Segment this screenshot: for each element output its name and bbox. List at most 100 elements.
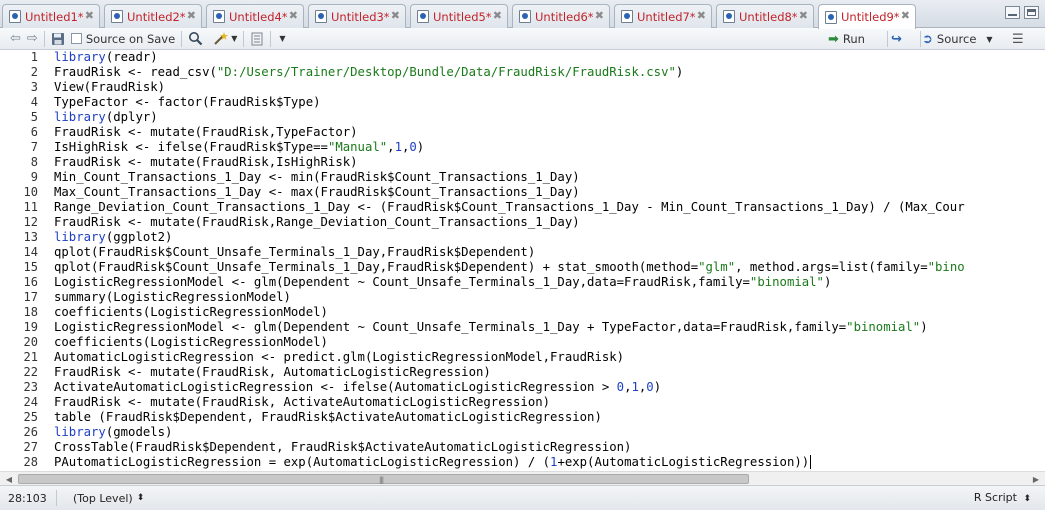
line-number: 13 [23,230,38,244]
code-line[interactable]: qplot(FraudRisk$Count_Unsafe_Terminals_1… [54,245,535,260]
source-arrow-icon: ➲ [922,31,933,47]
scroll-left-arrow-icon[interactable]: ◀ [2,473,16,485]
code-line[interactable]: library(readr) [54,50,158,65]
line-number: 28 [23,455,38,469]
code-line[interactable]: AutomaticLogisticRegression <- predict.g… [54,350,624,365]
tab-untitled5[interactable]: Untitled5* ✖ [410,4,508,28]
outline-menu-icon[interactable]: ☰ [1012,30,1024,48]
close-icon[interactable]: ✖ [799,9,808,22]
find-replace-button[interactable] [188,30,203,48]
r-script-file-icon [621,10,633,23]
code-line[interactable]: FraudRisk <- read_csv("D:/Users/Trainer/… [54,65,683,80]
code-line[interactable]: coefficients(LogisticRegressionModel) [54,305,328,320]
code-line[interactable]: ActivateAutomaticLogisticRegression <- i… [54,380,661,395]
close-icon[interactable]: ✖ [391,9,400,22]
close-icon[interactable]: ✖ [289,9,298,22]
code-tools-button[interactable]: ▼ [213,30,237,48]
tab-label: Untitled2* [127,9,186,24]
code-line[interactable]: FraudRisk <- mutate(FraudRisk,Range_Devi… [54,215,580,230]
line-number: 22 [23,365,38,379]
code-line[interactable]: PAutomaticLogisticRegression = exp(Autom… [54,455,809,470]
source-on-save-toggle[interactable]: Source on Save [70,30,175,48]
source-chevron-down-icon[interactable]: ▼ [986,35,992,44]
code-line[interactable]: View(FraudRisk) [54,80,165,95]
code-area[interactable]: library(readr) FraudRisk <- read_csv("D:/… [54,50,1045,471]
code-line[interactable]: LogisticRegressionModel <- glm(Dependent… [54,275,831,290]
tab-untitled2[interactable]: Untitled2* ✖ [104,4,202,28]
code-line[interactable]: FraudRisk <- mutate(FraudRisk, ActivateA… [54,395,550,410]
close-icon[interactable]: ✖ [901,9,910,22]
close-icon[interactable]: ✖ [493,9,502,22]
line-number: 14 [23,245,38,259]
code-line[interactable]: LogisticRegressionModel <- glm(Dependent… [54,320,928,335]
line-number: 24 [23,395,38,409]
tab-untitled4[interactable]: Untitled4* ✖ [206,4,304,28]
scope-selector[interactable]: (Top Level) ⬍ [63,492,144,505]
line-number: 23 [23,380,38,394]
tab-untitled1[interactable]: Untitled1* ✖ [2,4,100,28]
tab-label: Untitled6* [535,9,594,24]
back-arrow-icon[interactable]: ⇦ [10,30,21,48]
tab-untitled8[interactable]: Untitled8* ✖ [716,4,814,28]
code-line[interactable]: Max_Count_Transactions_1_Day <- max(Frau… [54,185,580,200]
code-line[interactable]: library(dplyr) [54,110,158,125]
tab-untitled7[interactable]: Untitled7* ✖ [614,4,712,28]
compile-report-button[interactable] [250,30,264,48]
scroll-right-arrow-icon[interactable]: ▶ [1029,473,1043,485]
horizontal-scrollbar[interactable]: ◀ ||| ▶ [0,471,1045,485]
r-script-file-icon [315,10,327,23]
close-icon[interactable]: ✖ [697,9,706,22]
run-button[interactable]: ➡ Run [828,30,865,48]
code-line[interactable]: Min_Count_Transactions_1_Day <- min(Frau… [54,170,580,185]
code-line[interactable]: CrossTable(FraudRisk$Dependent, FraudRis… [54,440,631,455]
close-icon[interactable]: ✖ [85,9,94,22]
save-button[interactable] [51,30,65,48]
tab-untitled9[interactable]: Untitled9* ✖ [818,4,916,29]
r-script-file-icon [723,10,735,23]
code-line[interactable]: summary(LogisticRegressionModel) [54,290,291,305]
code-line[interactable]: Range_Deviation_Count_Transactions_1_Day… [54,200,965,215]
code-editor[interactable]: 1 2 3 4 5 6 7 8 9 10 11 12 13 14 15 16 17 18 19 20 21 22 23 24 2… [0,50,1045,471]
close-icon[interactable]: ✖ [595,9,604,22]
r-script-file-icon [213,10,225,23]
code-line[interactable]: TypeFactor <- factor(FraudRisk$Type) [54,95,321,110]
code-line[interactable]: coefficients(LogisticRegressionModel) [54,335,328,350]
source-label: Source [936,32,977,46]
maximize-pane-icon[interactable] [1024,6,1039,19]
tab-untitled3[interactable]: Untitled3* ✖ [308,4,406,28]
code-line[interactable]: FraudRisk <- mutate(FraudRisk,TypeFactor… [54,125,358,140]
r-script-file-icon [111,10,123,23]
code-line[interactable]: table (FraudRisk$Dependent, FraudRisk$Ac… [54,410,602,425]
scrollbar-thumb[interactable]: ||| [18,474,749,484]
forward-arrow-icon[interactable]: ⇨ [27,30,38,48]
editor-toolbar: ⇦ ⇨ Source on Save ▼ ▼ ➡ Run ↪ ➲ Source … [0,28,1045,50]
code-line[interactable]: IsHighRisk <- ifelse(FraudRisk$Type=="Ma… [54,140,424,155]
status-bar: 28:103 (Top Level) ⬍ R Script ⬍ [0,485,1045,510]
minimize-pane-icon[interactable] [1005,6,1020,19]
source-button[interactable]: ➲ Source ▼ [922,30,993,48]
line-number: 11 [23,200,38,214]
rerun-button[interactable]: ↪ [891,30,906,48]
toolbar-divider [181,30,183,47]
save-disk-icon [51,32,64,45]
toolbar-divider [43,30,45,47]
run-label: Run [842,32,865,46]
line-number: 26 [23,425,38,439]
source-on-save-checkbox[interactable] [70,33,82,44]
file-type-selector[interactable]: R Script ⬍ [974,491,1031,504]
code-line[interactable]: FraudRisk <- mutate(FraudRisk,IsHighRisk… [54,155,358,170]
code-line[interactable]: library(gmodels) [54,425,172,440]
close-icon[interactable]: ✖ [187,9,196,22]
line-number: 8 [30,155,38,169]
tab-untitled6[interactable]: Untitled6* ✖ [512,4,610,28]
r-script-file-icon [519,10,531,23]
magic-wand-icon [214,32,229,45]
more-options-chevron-down-icon[interactable]: ▼ [279,30,285,48]
toolbar-divider [920,31,921,47]
scope-chevron-icon: ⬍ [136,493,145,503]
tab-label: Untitled4* [229,9,288,24]
code-line[interactable]: qplot(FraudRisk$Count_Unsafe_Terminals_1… [54,260,965,275]
r-script-file-icon [417,10,429,23]
code-line[interactable]: FraudRisk <- mutate(FraudRisk, Automatic… [54,365,491,380]
code-line[interactable]: library(ggplot2) [54,230,172,245]
